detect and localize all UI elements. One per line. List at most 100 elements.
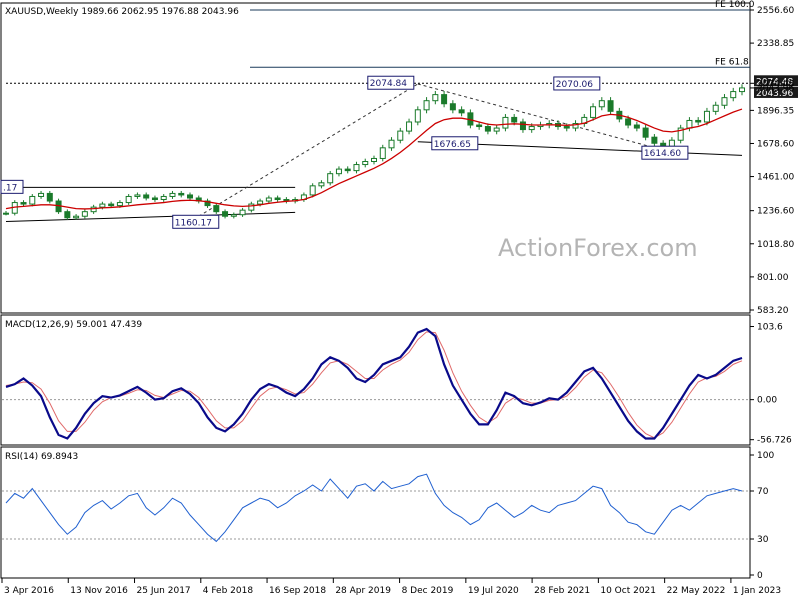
- rsi-axis-tick-label: 30: [757, 535, 769, 545]
- candle-body: [90, 206, 97, 213]
- date-axis-tick-label: 28 Apr 2019: [335, 586, 391, 596]
- candle-body: [633, 124, 640, 129]
- candle-body: [46, 192, 53, 202]
- price-value-tag-label: 1676.65: [434, 140, 471, 150]
- candle-body: [73, 215, 80, 219]
- price-axis-tick-label: 583.20: [757, 306, 789, 316]
- candle-body: [721, 97, 728, 106]
- price-axis-tick-label: 2338.85: [757, 39, 794, 49]
- candle-body: [248, 203, 255, 211]
- price-axis-tick-label: 1236.60: [757, 207, 794, 217]
- candle-body: [274, 197, 281, 201]
- date-axis-tick-label: 1 Jan 2023: [733, 586, 781, 596]
- rsi-axis-tick-label: 100: [757, 451, 774, 461]
- candle-body: [502, 116, 509, 129]
- candle-body: [432, 94, 439, 102]
- price-value-tag-label: .17: [3, 183, 17, 193]
- fib-level-label: FE 61.8: [715, 57, 749, 67]
- candle-body: [257, 200, 264, 205]
- candle-body: [668, 139, 675, 147]
- date-axis-tick-label: 22 May 2022: [667, 586, 726, 596]
- watermark: ActionForex.com: [498, 234, 698, 262]
- candle-body: [371, 157, 377, 163]
- price-axis-tick-label: 1018.80: [757, 240, 794, 250]
- candle-body: [335, 168, 342, 175]
- candle-body: [423, 100, 430, 111]
- candle-body: [598, 100, 605, 108]
- candle-body: [607, 100, 614, 112]
- candle-body: [64, 211, 71, 219]
- candle-body: [397, 130, 404, 141]
- candle-body: [590, 106, 597, 118]
- candle-body: [327, 173, 334, 184]
- candle-body: [116, 202, 123, 207]
- candle-body: [230, 214, 237, 217]
- date-axis-tick-label: 13 Nov 2016: [70, 586, 128, 596]
- candle-body: [406, 121, 413, 132]
- date-axis-tick-label: 10 Oct 2021: [600, 586, 656, 596]
- date-axis-tick-label: 28 Feb 2021: [534, 586, 590, 596]
- candle-body: [143, 194, 150, 199]
- date-axis-tick-label: 25 Jun 2017: [137, 586, 191, 596]
- chart-canvas: XAUUSD,Weekly 1989.66 2062.95 1976.88 20…: [0, 0, 798, 596]
- date-axis-tick-label: 19 Jul 2020: [468, 586, 519, 596]
- candle-body: [3, 212, 9, 215]
- candle-body: [651, 136, 658, 144]
- candle-body: [642, 127, 649, 138]
- date-axis-tick-label: 4 Feb 2018: [203, 586, 254, 596]
- date-axis-tick-label: 16 Sep 2018: [269, 586, 326, 596]
- candle-body: [178, 192, 185, 196]
- candle-body: [108, 203, 115, 207]
- price-axis-tick-label: 1678.60: [757, 139, 794, 149]
- candle-body: [160, 195, 167, 201]
- candle-body: [703, 110, 710, 123]
- candle-body: [528, 126, 535, 131]
- candle-body: [265, 197, 272, 202]
- price-axis-tick-label: 2556.60: [757, 6, 794, 16]
- candle-body: [458, 109, 465, 114]
- candle-body: [134, 194, 141, 197]
- price-axis-tick-label: 1896.35: [757, 106, 794, 116]
- candle-body: [81, 211, 88, 217]
- fib-level-label: FE 100.0: [715, 0, 755, 10]
- price-axis-tick-label: 2043.96: [757, 84, 794, 94]
- candle-body: [353, 164, 360, 172]
- candle-body: [695, 119, 702, 123]
- price-value-tag-label: 2074.84: [370, 79, 407, 89]
- candle-body: [29, 195, 36, 205]
- candle-body: [449, 103, 456, 111]
- candle-body: [441, 94, 448, 105]
- candle-body: [169, 192, 176, 197]
- candle-body: [222, 211, 229, 217]
- candle-body: [511, 116, 518, 123]
- price-panel-title: XAUUSD,Weekly 1989.66 2062.95 1976.88 20…: [5, 7, 239, 17]
- rsi-panel-title: RSI(14) 69.8943: [5, 452, 78, 462]
- price-value-tag-label: 2070.06: [556, 80, 593, 90]
- candle-body: [125, 195, 132, 204]
- candle-body: [151, 197, 158, 201]
- macd-axis-tick-label: 103.6: [757, 323, 783, 333]
- candle-body: [414, 109, 421, 123]
- candle-body: [686, 119, 693, 129]
- candle-body: [20, 202, 27, 205]
- candle-body: [519, 121, 526, 131]
- candle-body: [493, 127, 500, 132]
- candle-body: [476, 124, 483, 128]
- price-value-tag-label: 1160.17: [175, 218, 212, 228]
- candle-body: [344, 168, 351, 172]
- macd-axis-tick-label: -56.726: [757, 436, 792, 446]
- candle-body: [484, 126, 491, 132]
- date-axis-tick-label: 8 Dec 2019: [402, 586, 454, 596]
- rsi-axis-tick-label: 0: [757, 571, 763, 581]
- candle-body: [362, 161, 369, 166]
- candle-body: [187, 194, 193, 199]
- candle-body: [730, 91, 737, 99]
- price-axis-tick-label: 801.00: [757, 273, 789, 283]
- candle-body: [739, 87, 745, 93]
- candle-body: [712, 104, 719, 112]
- price-axis-tick-label: 1461.00: [757, 173, 794, 183]
- candle-body: [379, 147, 386, 159]
- candle-body: [309, 185, 316, 196]
- date-axis-tick-label: 3 Apr 2016: [4, 586, 54, 596]
- candle-body: [388, 139, 395, 149]
